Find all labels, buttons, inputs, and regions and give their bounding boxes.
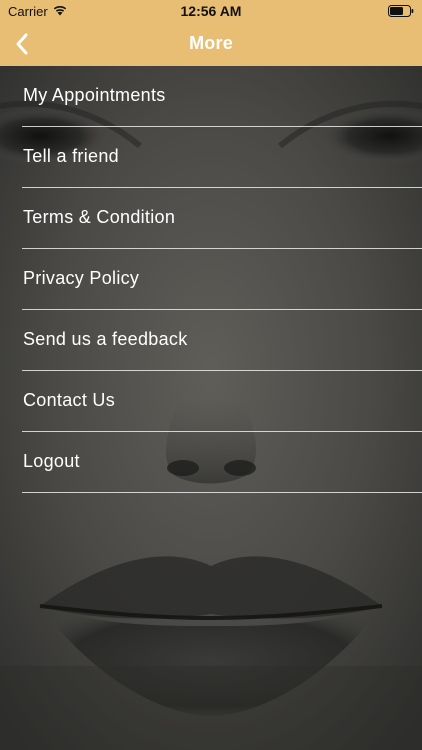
status-bar: Carrier 12:56 AM xyxy=(0,0,422,22)
battery-icon xyxy=(388,5,414,17)
more-menu: My Appointments Tell a friend Terms & Co… xyxy=(0,66,422,493)
menu-item-terms-condition[interactable]: Terms & Condition xyxy=(22,188,422,249)
status-time: 12:56 AM xyxy=(180,3,242,19)
page-title: More xyxy=(189,33,233,53)
menu-item-tell-a-friend[interactable]: Tell a friend xyxy=(22,127,422,188)
more-screen: Carrier 12:56 AM More My Appointments Te… xyxy=(0,0,422,750)
menu-item-logout[interactable]: Logout xyxy=(22,432,422,493)
menu-item-label: Contact Us xyxy=(23,390,116,410)
menu-item-my-appointments[interactable]: My Appointments xyxy=(22,66,422,127)
menu-item-label: Logout xyxy=(23,451,80,471)
menu-item-label: Terms & Condition xyxy=(23,207,176,227)
menu-item-privacy-policy[interactable]: Privacy Policy xyxy=(22,249,422,310)
menu-item-contact-us[interactable]: Contact Us xyxy=(22,371,422,432)
menu-item-send-feedback[interactable]: Send us a feedback xyxy=(22,310,422,371)
menu-item-label: Send us a feedback xyxy=(23,329,188,349)
menu-item-label: Privacy Policy xyxy=(23,268,140,288)
header: Carrier 12:56 AM More xyxy=(0,0,422,66)
menu-item-label: Tell a friend xyxy=(23,146,119,166)
menu-item-label: My Appointments xyxy=(23,85,166,105)
navigation-bar: More xyxy=(0,22,422,66)
